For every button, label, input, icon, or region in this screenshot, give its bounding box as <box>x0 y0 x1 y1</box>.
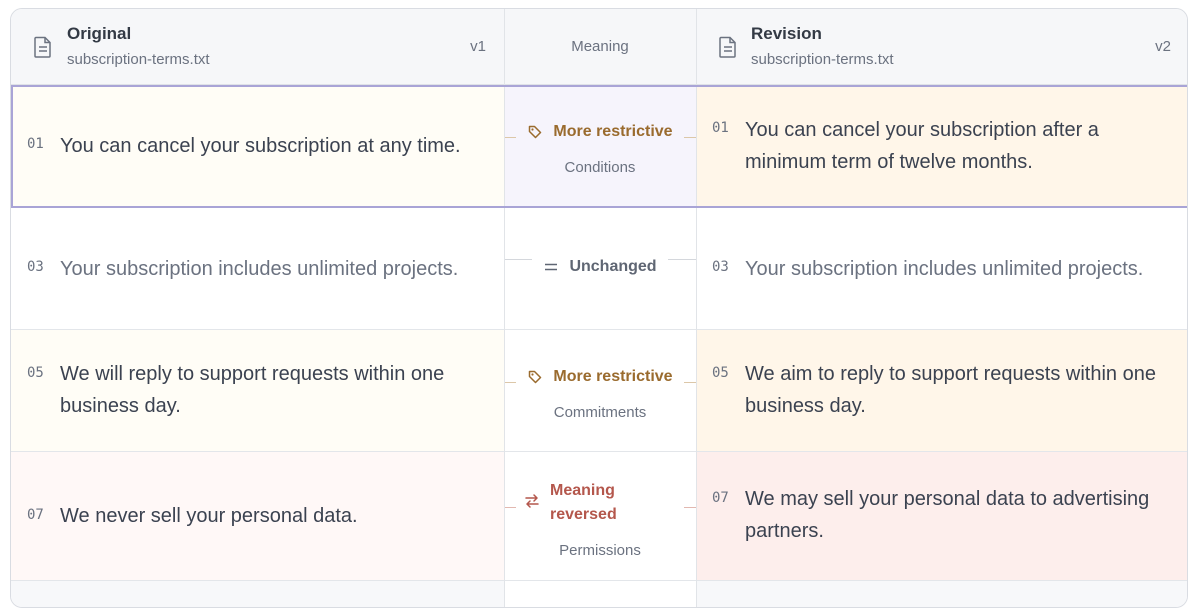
diff-row[interactable] <box>11 581 1187 607</box>
original-file-header: Original subscription-terms.txt v1 <box>11 9 504 85</box>
original-text: You can cancel your subscription at any … <box>60 135 461 157</box>
revision-cell: 07 We may sell your personal data to adv… <box>696 452 1187 580</box>
original-version: v1 <box>470 38 486 55</box>
revision-cell: 05 We aim to reply to support requests w… <box>696 330 1187 451</box>
diff-row[interactable]: 05 We will reply to support requests wit… <box>11 330 1187 452</box>
original-text: We will reply to support requests within… <box>60 363 445 417</box>
meaning-cell: More restrictive Commitments <box>504 330 696 451</box>
diff-header: Original subscription-terms.txt v1 Meani… <box>11 9 1187 85</box>
revision-cell: 03 Your subscription includes unlimited … <box>696 208 1187 329</box>
original-filename: subscription-terms.txt <box>67 51 210 68</box>
change-category: Conditions <box>564 159 636 176</box>
change-badge[interactable]: More restrictive <box>504 123 696 145</box>
original-cell <box>11 581 504 607</box>
revision-text: Your subscription includes unlimited pro… <box>745 258 1144 280</box>
swap-arrows-icon <box>525 494 539 508</box>
line-number: 03 <box>712 259 729 275</box>
revision-text: We aim to reply to support requests with… <box>745 363 1156 417</box>
line-number: 07 <box>27 507 44 523</box>
original-cell: 03 Your subscription includes unlimited … <box>11 208 504 329</box>
line-number: 05 <box>712 365 729 381</box>
change-category: Permissions <box>559 542 641 559</box>
line-number: 03 <box>27 259 44 275</box>
original-cell: 07 We never sell your personal data. <box>11 452 504 580</box>
meaning-cell: Meaning reversed Permissions <box>504 452 696 580</box>
revision-filename: subscription-terms.txt <box>751 51 894 68</box>
connector-line <box>504 507 516 508</box>
change-label: Unchanged <box>569 258 657 275</box>
line-number: 07 <box>712 490 729 506</box>
revision-cell <box>696 581 1187 607</box>
column-divider <box>696 9 697 607</box>
equals-icon <box>545 263 558 271</box>
revision-version: v2 <box>1155 38 1171 55</box>
revision-file-header: Revision subscription-terms.txt v2 <box>696 9 1187 85</box>
file-icon <box>719 36 736 58</box>
change-label: More restrictive <box>553 368 673 385</box>
diff-row[interactable]: 03 Your subscription includes unlimited … <box>11 208 1187 330</box>
revision-text: We may sell your personal data to advert… <box>745 488 1150 542</box>
change-label[interactable]: Meaning reversed <box>550 479 650 527</box>
tag-icon <box>529 125 542 139</box>
file-icon <box>34 36 51 58</box>
revision-title: Revision <box>751 24 822 43</box>
line-number: 01 <box>27 136 44 152</box>
meaning-header: Meaning <box>571 38 629 55</box>
diff-view: Original subscription-terms.txt v1 Meani… <box>10 8 1188 608</box>
line-number: 05 <box>27 365 44 381</box>
line-number: 01 <box>712 120 729 136</box>
change-category: Commitments <box>553 404 647 421</box>
meaning-cell: More restrictive Conditions <box>504 85 696 207</box>
diff-row[interactable]: 07 We never sell your personal data. Mea… <box>11 452 1187 581</box>
original-cell: 01 You can cancel your subscription at a… <box>11 85 504 207</box>
change-badge[interactable]: Unchanged <box>504 258 696 280</box>
meaning-cell: Unchanged <box>504 208 696 329</box>
diff-row[interactable]: 01 You can cancel your subscription at a… <box>11 85 1187 208</box>
change-badge[interactable]: More restrictive <box>504 368 696 390</box>
meaning-cell <box>504 581 696 607</box>
original-title: Original <box>67 24 132 43</box>
original-cell: 05 We will reply to support requests wit… <box>11 330 504 451</box>
change-label: More restrictive <box>553 123 673 140</box>
original-text: We never sell your personal data. <box>60 505 358 527</box>
original-text: Your subscription includes unlimited pro… <box>60 258 459 280</box>
column-divider <box>504 9 505 607</box>
connector-line <box>684 507 696 508</box>
revision-text: You can cancel your subscription after a… <box>745 119 1099 173</box>
tag-icon <box>529 370 542 384</box>
revision-cell: 01 You can cancel your subscription afte… <box>696 85 1187 207</box>
